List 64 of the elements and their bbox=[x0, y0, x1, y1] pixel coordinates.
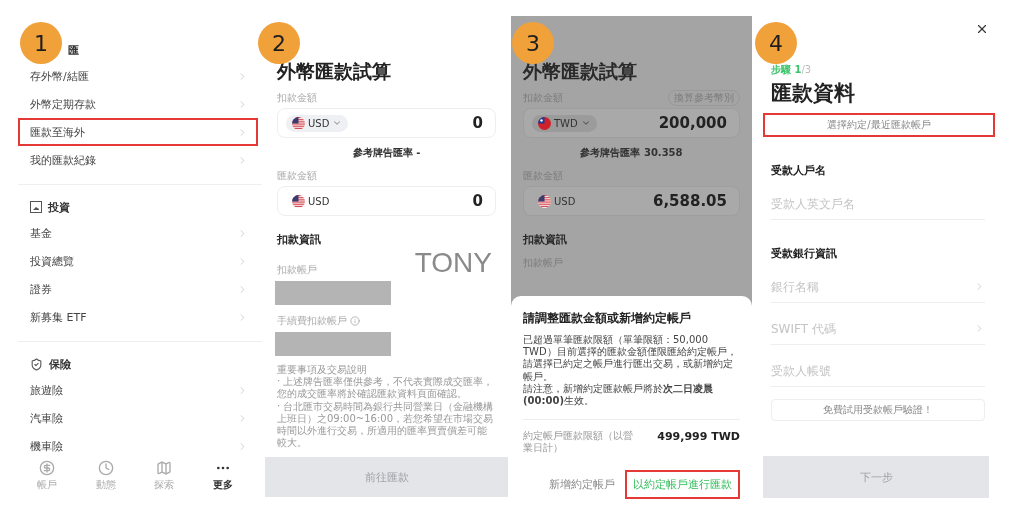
amount-value: 200,000 bbox=[658, 114, 727, 132]
input-field[interactable]: 銀行名稱 bbox=[771, 271, 974, 302]
field-label: 扣款帳戶 bbox=[277, 263, 317, 277]
menu-item[interactable]: 旅遊險 bbox=[18, 376, 258, 404]
notes-title: 重要事項及交易說明 bbox=[277, 364, 368, 376]
close-button[interactable] bbox=[975, 22, 989, 36]
amount-value: 0 bbox=[472, 192, 483, 210]
menu-item[interactable]: 投資總覽 bbox=[18, 247, 258, 275]
flag-icon bbox=[292, 116, 305, 130]
step-badge: 4 bbox=[755, 22, 797, 64]
currency-selector[interactable]: TWD bbox=[532, 114, 597, 132]
input-field[interactable]: 受款人英文戶名 bbox=[771, 188, 985, 219]
sheet-title: 請調整匯款金額或新增約定帳戶 bbox=[523, 310, 692, 327]
currency-code: USD bbox=[308, 195, 330, 207]
currency-selector[interactable]: USD bbox=[286, 114, 349, 132]
flag-icon bbox=[292, 194, 305, 208]
map-icon bbox=[156, 460, 173, 476]
dollar-icon bbox=[39, 460, 56, 476]
amount-value: 6,588.05 bbox=[652, 192, 727, 210]
exchange-rate: 參考牌告匯率 30.358 bbox=[579, 146, 684, 160]
section-title: 扣款資訊 bbox=[277, 232, 322, 247]
overlay-text: TONY bbox=[414, 249, 492, 277]
flag-icon bbox=[538, 194, 551, 208]
menu-item[interactable]: 新募集 ETF bbox=[18, 303, 258, 331]
chart-icon bbox=[30, 201, 42, 213]
section-title: 保險 bbox=[49, 356, 71, 372]
field-label: 匯款金額 bbox=[277, 169, 317, 183]
field-heading: 受款銀行資訊 bbox=[771, 246, 838, 261]
chevron-down-icon bbox=[332, 118, 343, 128]
currency-code: USD bbox=[554, 195, 576, 207]
page-title: 匯款資料 bbox=[771, 80, 856, 107]
section-title: 投資 bbox=[48, 199, 70, 215]
input-field[interactable]: SWIFT 代碼 bbox=[771, 313, 974, 344]
menu-item[interactable]: 機車險 bbox=[18, 432, 258, 460]
menu-item[interactable]: 外幣定期存款 bbox=[18, 90, 258, 118]
field-heading: 受款人戶名 bbox=[771, 163, 827, 178]
pick-account-button[interactable]: 選擇約定/最近匯款帳戶 bbox=[763, 113, 995, 137]
chevron-down-icon bbox=[580, 118, 591, 128]
menu-item[interactable]: 我的匯款紀錄 bbox=[18, 146, 258, 174]
exchange-rate: 參考牌告匯率 - bbox=[351, 146, 422, 160]
menu-item[interactable]: 證券 bbox=[18, 275, 258, 303]
sheet-button[interactable]: 新增約定帳戶 bbox=[541, 470, 623, 500]
limit-value: 499,999 TWD bbox=[657, 430, 740, 444]
tab-bar-item[interactable]: 更多 bbox=[212, 460, 233, 492]
flag-icon bbox=[538, 116, 551, 130]
menu-item[interactable]: 匯款至海外 bbox=[18, 118, 258, 146]
menu-item[interactable]: 存外幣/結匯 bbox=[18, 62, 258, 90]
section-title: 扣款資訊 bbox=[523, 232, 568, 247]
clock-icon bbox=[97, 460, 114, 476]
field-label: 手續費扣款帳戶 bbox=[277, 314, 347, 328]
verify-button[interactable]: 免費試用受款帳戶驗證！ bbox=[771, 399, 985, 421]
menu-item[interactable]: 基金 bbox=[18, 219, 258, 247]
section-title: 匯 bbox=[68, 42, 79, 58]
step-indicator: 步驟 1/3 bbox=[771, 63, 813, 77]
shield-icon bbox=[30, 357, 43, 371]
field-label: 扣款金額 bbox=[277, 91, 317, 105]
sheet-text: 已超過單筆匯款限額（單筆限額：50,000 TWD）目前選擇的匯款金額僅限匯給約定帳戶，請選擇已約定之帳戶進行匯出交易，或新增約定帳戶。 bbox=[523, 334, 738, 383]
menu-item[interactable]: 汽車險 bbox=[18, 404, 258, 432]
note-text: ‧ 上述牌告匯率僅供參考，不代表實際成交匯率，您的成交匯率將於確認匯款資料頁面確認。 bbox=[277, 376, 495, 401]
step-badge: 1 bbox=[20, 22, 62, 64]
sheet-text: 請注意，新增約定匯款帳戶將於次二日凌晨 (00:00)生效。 bbox=[523, 382, 714, 408]
amount-value: 0 bbox=[472, 114, 483, 132]
note-text: ‧ 台北匯市交易時間為銀行共同營業日（金融機構上班日）之09:00~16:00，若您希望在市場交易時間以外進行交易，所適用的匯率買賣價差可能較大。 bbox=[277, 400, 495, 450]
limit-label: 約定帳戶匯款限額（以營業日計） bbox=[523, 430, 634, 455]
